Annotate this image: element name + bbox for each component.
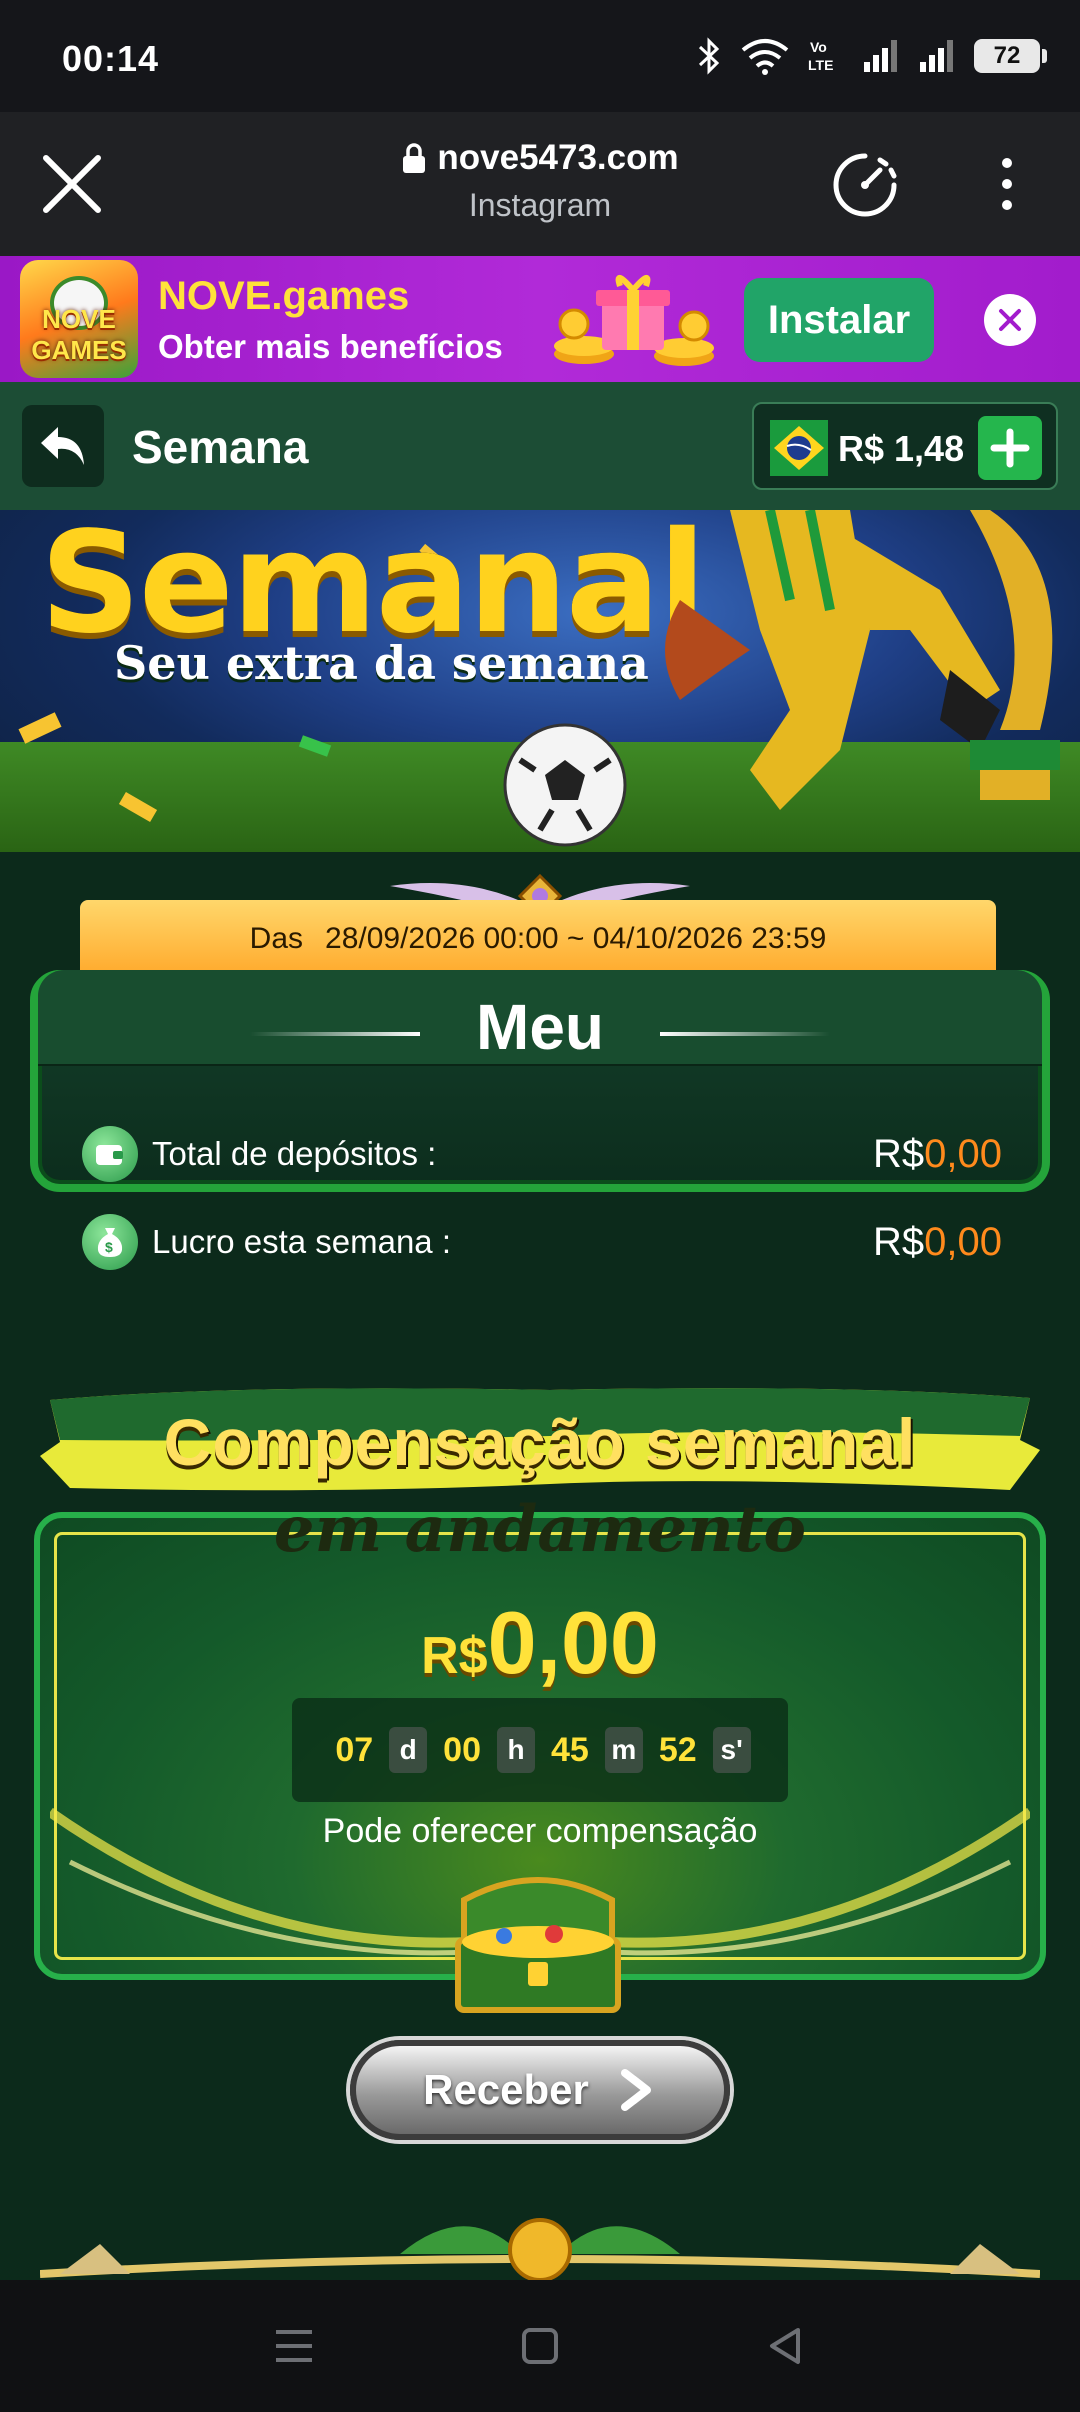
svg-text:$: $ (105, 1239, 113, 1255)
brazil-flag-icon (770, 420, 828, 476)
soccer-ball-image (503, 723, 627, 847)
recent-apps-button[interactable] (270, 2322, 318, 2370)
weekly-profit-amount: R$0,00 (873, 1219, 1002, 1264)
system-back-button[interactable] (762, 2322, 810, 2370)
compensation-title: Compensação semanal (163, 1405, 917, 1479)
timer-days-unit: d (389, 1727, 428, 1773)
more-options-button[interactable] (990, 152, 1024, 216)
treasure-chest-image (455, 1877, 621, 2013)
status-bar: 00:14 Vo LTE 72 (0, 0, 1080, 112)
timer-seconds: 52 (658, 1730, 697, 1769)
weekly-profit-row: $ Lucro esta semana : R$0,00 (82, 1212, 1002, 1272)
light-rays-left (50, 1807, 470, 1956)
timer-hours-unit: h (497, 1727, 535, 1773)
svg-text:Vo: Vo (810, 39, 827, 55)
money-bag-icon: $ (82, 1214, 138, 1270)
gift-coins-image (554, 275, 714, 366)
timer-days: 07 (335, 1730, 374, 1769)
receive-button[interactable]: Receber (350, 2040, 730, 2140)
bluetooth-icon (698, 37, 720, 75)
weekly-profit-label: Lucro esta semana : (152, 1223, 451, 1260)
chevron-right-icon (620, 2069, 651, 2111)
app-logo-text: NOVE GAMES (31, 304, 127, 365)
home-icon (522, 2328, 558, 2364)
back-icon (770, 2328, 800, 2364)
home-button[interactable] (516, 2322, 564, 2370)
mascot-player-image (665, 510, 1060, 810)
main-content: Das 28/09/2026 00:00 ~ 04/10/2026 23:59 … (0, 852, 1080, 2280)
system-nav-bar (0, 2280, 1080, 2412)
deposit-total-label: Total de depósitos : (152, 1135, 437, 1172)
back-button[interactable] (22, 405, 104, 487)
close-icon (999, 309, 1021, 331)
battery-indicator: 72 (974, 39, 1047, 73)
banner-title: NOVE.games (158, 274, 410, 318)
light-rays-right (610, 1807, 1030, 1956)
period-ribbon: Das 28/09/2026 00:00 ~ 04/10/2026 23:59 (80, 900, 996, 978)
status-icons: Vo LTE 72 (696, 36, 1047, 76)
url-source: Instagram (468, 187, 612, 223)
install-button[interactable]: Instalar (744, 278, 934, 362)
deposit-total-amount: R$0,00 (873, 1131, 1002, 1176)
svg-text:LTE: LTE (808, 57, 833, 73)
address-area[interactable]: nove5473.com Instagram (0, 138, 1080, 224)
deposit-total-row: Total de depósitos : R$0,00 (82, 1124, 1002, 1184)
compensation-status: em andamento (273, 1492, 807, 1567)
speed-dial-icon (833, 153, 897, 217)
meu-title: Meu (476, 991, 604, 1063)
menu-icon (276, 2330, 312, 2362)
hero-subtitle: Seu extra da semana (114, 636, 649, 690)
banner-close-button[interactable] (984, 294, 1036, 346)
browser-bar: nove5473.com Instagram (0, 112, 1080, 256)
next-section-ornament (40, 2218, 1040, 2280)
url-text: nove5473.com (437, 138, 679, 177)
timer-seconds-unit: s' (712, 1727, 751, 1773)
signal-icon (864, 40, 897, 72)
timer-minutes: 45 (551, 1730, 589, 1769)
receive-button-label: Receber (423, 2066, 589, 2113)
balance-box[interactable]: R$ 1,48 (752, 402, 1058, 490)
banner-subtitle: Obter mais benefícios (158, 328, 503, 365)
status-time: 00:14 (62, 38, 160, 79)
balance-amount: R$ 1,48 (838, 428, 965, 469)
timer-minutes-unit: m (604, 1727, 643, 1773)
speed-dial-button[interactable] (828, 148, 902, 222)
wallet-icon (82, 1126, 138, 1182)
countdown-timer: 07 d 00 h 45 m 52 s' (292, 1698, 788, 1802)
app-header: Semana R$ 1,48 (0, 382, 1080, 510)
lock-icon (403, 143, 426, 173)
hero-banner: Semanal Seu extra da semana (0, 510, 1080, 852)
wifi-icon (741, 39, 789, 75)
signal-icon-2 (920, 40, 953, 72)
compensation-amount: R$0,00 (421, 1593, 659, 1692)
period-range: 28/09/2026 00:00 ~ 04/10/2026 23:59 (325, 922, 827, 955)
app-logo: NOVE GAMES (20, 260, 138, 378)
install-banner: NOVE GAMES NOVE.games Obter mais benefíc… (0, 256, 1080, 382)
back-arrow-icon (41, 427, 84, 465)
more-vert-icon (1002, 158, 1012, 168)
plus-icon (990, 428, 1030, 468)
timer-hours: 00 (443, 1730, 481, 1769)
page-title: Semana (132, 421, 309, 473)
volte-icon: Vo LTE (808, 39, 833, 73)
period-prefix: Das (249, 922, 304, 955)
deposit-button[interactable] (978, 416, 1042, 480)
